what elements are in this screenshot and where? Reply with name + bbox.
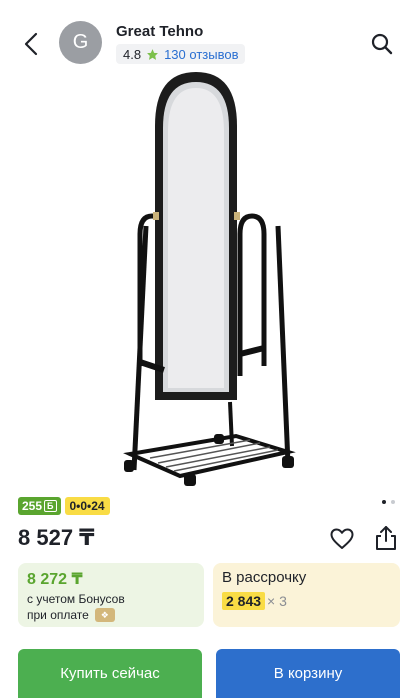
bonus-note: с учетом Бонусов	[27, 592, 125, 606]
bonus-offer-card[interactable]: 8 272 ₸ с учетом Бонусов при оплате ❖	[18, 563, 204, 627]
product-price: 8 527 ₸	[18, 525, 95, 550]
chevron-left-icon	[24, 32, 38, 56]
installment-multiplier: × 3	[267, 593, 287, 609]
promo-badges: 255 Б 0•0•24	[18, 497, 110, 515]
buy-now-button[interactable]: Купить сейчас	[18, 649, 202, 698]
floor-mirror-product-image	[123, 72, 296, 486]
installment-offer-card[interactable]: В рассрочку 2 843 × 3	[213, 563, 400, 627]
installment-row: 2 843 × 3	[222, 592, 391, 610]
bonus-payment-label: при оплате	[27, 608, 89, 622]
favorite-button[interactable]	[328, 525, 356, 553]
gallery-pagination	[382, 500, 395, 504]
share-button[interactable]	[372, 524, 400, 552]
back-button[interactable]	[14, 26, 50, 62]
share-icon	[376, 526, 396, 550]
installment-amount: 2 843	[222, 592, 266, 610]
installment-label: В рассрочку	[222, 569, 307, 586]
heart-icon	[330, 528, 354, 549]
search-button[interactable]	[364, 26, 400, 62]
product-image[interactable]	[110, 66, 310, 490]
bonus-sign: Б	[44, 500, 57, 512]
shop-name[interactable]: Great Tehno	[116, 23, 203, 40]
bonus-badge-value: 255	[22, 499, 43, 513]
installment-badge: 0•0•24	[64, 497, 110, 515]
pagination-dot-active[interactable]	[382, 500, 386, 504]
search-icon	[371, 33, 393, 55]
shop-avatar[interactable]: G	[59, 21, 102, 64]
rating-value: 4.8	[123, 46, 142, 62]
star-icon	[147, 48, 158, 60]
bonus-payment-note: при оплате ❖	[27, 607, 195, 623]
bonus-badge: 255 Б	[18, 497, 61, 515]
reviews-link[interactable]: 130 отзывов	[164, 47, 238, 62]
add-to-cart-button[interactable]: В корзину	[216, 649, 400, 698]
pagination-dot[interactable]	[391, 500, 395, 504]
payment-method-icon: ❖	[94, 608, 115, 622]
rating-chip[interactable]: 4.8 130 отзывов	[116, 44, 246, 64]
bonus-price: 8 272 ₸	[27, 571, 83, 588]
